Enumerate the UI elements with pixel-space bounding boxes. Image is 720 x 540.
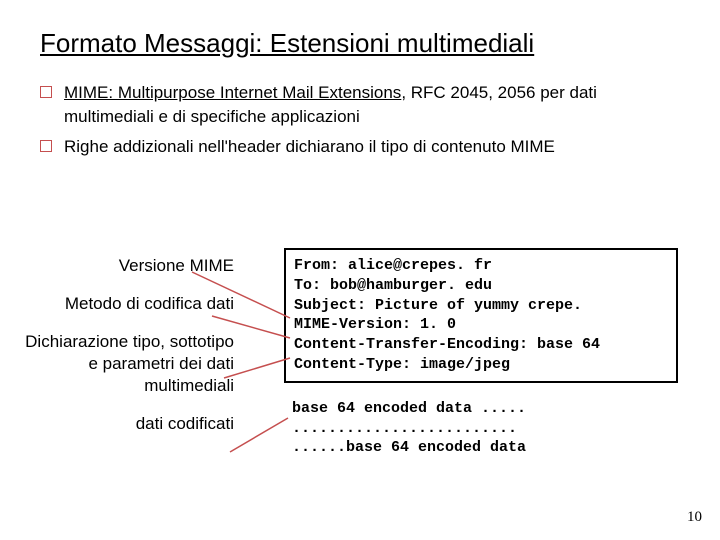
hdr-ctype: Content-Type: image/jpeg <box>294 356 510 373</box>
label-encoded-data: dati codificati <box>14 413 234 435</box>
hdr-mime: MIME-Version: 1. 0 <box>294 316 456 333</box>
hdr-from: From: alice@crepes. fr <box>294 257 492 274</box>
hdr-cte: Content-Transfer-Encoding: base 64 <box>294 336 600 353</box>
body-l1: base 64 encoded data ..... <box>292 400 526 417</box>
mime-header-box: From: alice@crepes. fr To: bob@hamburger… <box>284 248 678 383</box>
hdr-to: To: bob@hamburger. edu <box>294 277 492 294</box>
code-area: From: alice@crepes. fr To: bob@hamburger… <box>284 248 678 474</box>
body-l2: ......................... <box>292 420 517 437</box>
label-mime-version: Versione MIME <box>14 255 234 277</box>
bullet-item-2: Righe addizionali nell'header dichiarano… <box>40 135 690 159</box>
bullet-list: MIME: Multipurpose Internet Mail Extensi… <box>40 81 690 158</box>
mime-body-box: base 64 encoded data ..... .............… <box>284 393 678 464</box>
slide-title: Formato Messaggi: Estensioni multimedial… <box>40 28 690 59</box>
label-encoding-method: Metodo di codifica dati <box>14 293 234 315</box>
bullet-1-underlined: MIME: Multipurpose Internet Mail Extensi… <box>64 83 401 102</box>
slide: Formato Messaggi: Estensioni multimedial… <box>0 0 720 158</box>
body-l3: ......base 64 encoded data <box>292 439 526 456</box>
bullet-item-1: MIME: Multipurpose Internet Mail Extensi… <box>40 81 690 129</box>
page-number: 10 <box>687 509 702 526</box>
label-type-declaration: Dichiarazione tipo, sottotipo e parametr… <box>14 331 234 397</box>
label-column: Versione MIME Metodo di codifica dati Di… <box>14 255 234 452</box>
hdr-subject: Subject: Picture of yummy crepe. <box>294 297 582 314</box>
